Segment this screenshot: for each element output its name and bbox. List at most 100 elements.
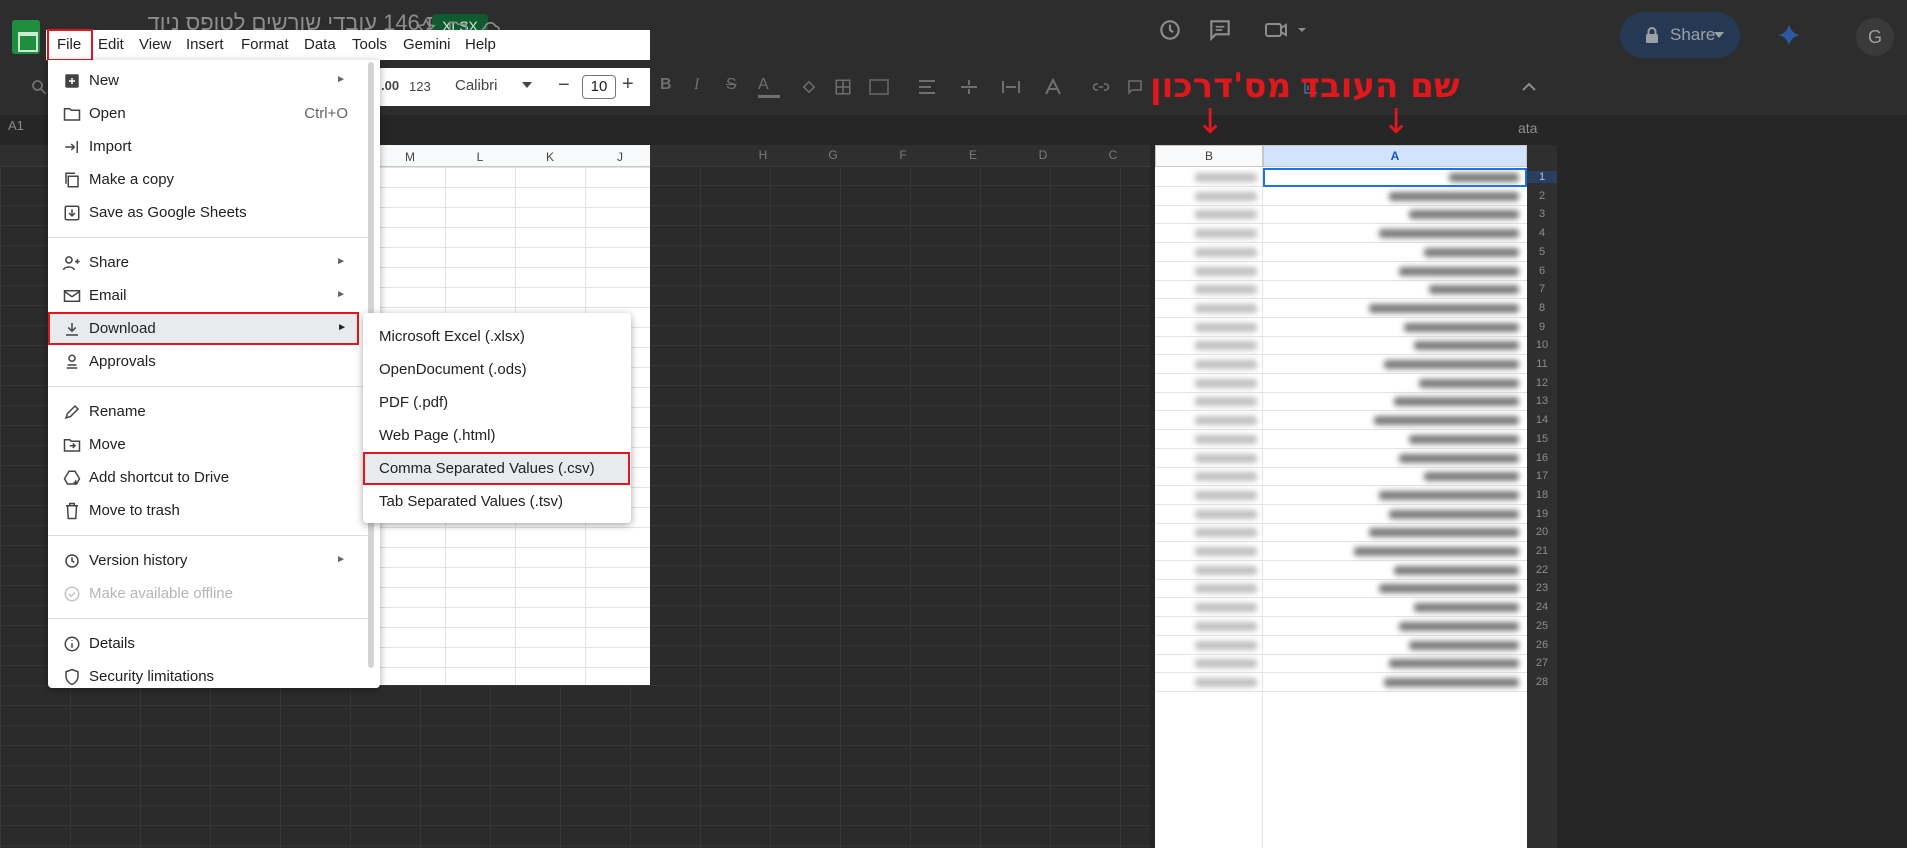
column-header-f[interactable]: F bbox=[868, 148, 938, 162]
increase-font-size-button[interactable]: + bbox=[622, 73, 634, 96]
table-row[interactable] bbox=[1155, 598, 1527, 617]
decrease-font-size-button[interactable]: − bbox=[558, 74, 570, 97]
insert-link-icon[interactable] bbox=[1090, 76, 1112, 98]
table-row[interactable] bbox=[1155, 205, 1527, 224]
row-number[interactable]: 18 bbox=[1527, 489, 1557, 501]
share-button[interactable]: Share bbox=[1620, 12, 1740, 58]
menu-item-approvals[interactable]: Approvals bbox=[48, 345, 380, 378]
menu-item-save-as-google-sheets[interactable]: Save as Google Sheets bbox=[48, 196, 380, 229]
menu-item-share[interactable]: Share ► bbox=[48, 246, 380, 279]
meet-icon[interactable] bbox=[1262, 16, 1312, 44]
menu-view[interactable]: View bbox=[135, 30, 175, 60]
column-header-h[interactable]: H bbox=[728, 148, 798, 162]
row-number[interactable]: 15 bbox=[1527, 433, 1557, 445]
table-row[interactable] bbox=[1155, 579, 1527, 598]
chevron-down-icon[interactable] bbox=[1714, 32, 1724, 38]
table-row[interactable] bbox=[1155, 523, 1527, 542]
table-row[interactable] bbox=[1155, 262, 1527, 281]
table-row[interactable] bbox=[1155, 486, 1527, 505]
chevron-down-icon[interactable] bbox=[522, 82, 532, 88]
merge-cells-icon[interactable] bbox=[866, 76, 900, 98]
table-row[interactable] bbox=[1155, 280, 1527, 299]
row-number[interactable]: 11 bbox=[1527, 358, 1557, 370]
text-color-icon[interactable]: A bbox=[758, 76, 780, 98]
table-row[interactable] bbox=[1155, 224, 1527, 243]
column-header-e[interactable]: E bbox=[938, 148, 1008, 162]
table-row[interactable] bbox=[1155, 505, 1527, 524]
download-pdf[interactable]: PDF (.pdf) bbox=[363, 386, 631, 419]
column-header-l[interactable]: L bbox=[445, 150, 515, 164]
font-family-select[interactable]: Calibri bbox=[455, 77, 498, 94]
column-header-k[interactable]: K bbox=[515, 150, 585, 164]
search-menus-icon[interactable] bbox=[28, 76, 50, 98]
menu-tools[interactable]: Tools bbox=[348, 30, 391, 60]
table-row[interactable] bbox=[1155, 243, 1527, 262]
table-row[interactable] bbox=[1155, 636, 1527, 655]
menu-item-rename[interactable]: Rename bbox=[48, 395, 380, 428]
menu-item-open[interactable]: Open Ctrl+O bbox=[48, 97, 380, 130]
menu-item-import[interactable]: Import bbox=[48, 130, 380, 163]
row-number[interactable]: 16 bbox=[1527, 452, 1557, 464]
number-format-button[interactable]: 123 bbox=[409, 79, 431, 94]
column-header-j[interactable]: J bbox=[585, 150, 655, 164]
menu-help[interactable]: Help bbox=[461, 30, 500, 60]
row-number[interactable]: 28 bbox=[1527, 676, 1557, 688]
row-number[interactable]: 8 bbox=[1527, 302, 1557, 314]
menu-data[interactable]: Data bbox=[300, 30, 340, 60]
row-number[interactable]: 19 bbox=[1527, 508, 1557, 520]
table-row[interactable] bbox=[1155, 318, 1527, 337]
menu-item-new[interactable]: New ► bbox=[48, 64, 380, 97]
column-header-d[interactable]: D bbox=[1008, 148, 1078, 162]
row-number[interactable]: 1 bbox=[1527, 171, 1557, 183]
selected-cell[interactable] bbox=[1263, 168, 1527, 187]
menu-file[interactable]: File bbox=[47, 29, 93, 61]
menu-insert[interactable]: Insert bbox=[182, 30, 228, 60]
row-number[interactable]: 24 bbox=[1527, 601, 1557, 613]
borders-icon[interactable] bbox=[832, 76, 854, 98]
menu-item-make-a-copy[interactable]: Make a copy bbox=[48, 163, 380, 196]
row-number[interactable]: 4 bbox=[1527, 227, 1557, 239]
sheets-logo-icon[interactable] bbox=[12, 20, 40, 54]
table-row[interactable] bbox=[1155, 374, 1527, 393]
row-number[interactable]: 7 bbox=[1527, 283, 1557, 295]
table-row[interactable] bbox=[1155, 617, 1527, 636]
menu-item-version-history[interactable]: Version history ► bbox=[48, 544, 380, 577]
menu-format[interactable]: Format bbox=[237, 30, 293, 60]
table-row[interactable] bbox=[1155, 355, 1527, 374]
text-wrapping-icon[interactable] bbox=[998, 76, 1032, 98]
horizontal-align-icon[interactable] bbox=[914, 76, 948, 98]
decimal-button[interactable]: .00 bbox=[381, 78, 399, 93]
menu-edit[interactable]: Edit bbox=[94, 30, 128, 60]
row-number[interactable]: 23 bbox=[1527, 582, 1557, 594]
avatar[interactable]: G bbox=[1856, 18, 1894, 56]
row-number[interactable]: 6 bbox=[1527, 265, 1557, 277]
row-number[interactable]: 12 bbox=[1527, 377, 1557, 389]
table-row[interactable] bbox=[1155, 392, 1527, 411]
table-row[interactable] bbox=[1155, 430, 1527, 449]
fill-color-icon[interactable] bbox=[798, 76, 820, 98]
row-number[interactable]: 3 bbox=[1527, 208, 1557, 220]
row-number[interactable]: 2 bbox=[1527, 190, 1557, 202]
row-number[interactable]: 13 bbox=[1527, 395, 1557, 407]
column-header-b[interactable]: B bbox=[1155, 145, 1263, 167]
menu-gemini[interactable]: Gemini bbox=[399, 30, 455, 60]
table-row[interactable] bbox=[1155, 542, 1527, 561]
table-row[interactable] bbox=[1155, 673, 1527, 692]
row-number[interactable]: 14 bbox=[1527, 414, 1557, 426]
column-header-a[interactable]: A bbox=[1263, 145, 1527, 167]
collapse-toolbar-icon[interactable] bbox=[1518, 76, 1540, 98]
strikethrough-icon[interactable]: S bbox=[726, 76, 748, 98]
download-xlsx[interactable]: Microsoft Excel (.xlsx) bbox=[363, 320, 631, 353]
row-number[interactable]: 22 bbox=[1527, 564, 1557, 576]
name-box[interactable]: A1 bbox=[8, 118, 24, 133]
row-number[interactable]: 25 bbox=[1527, 620, 1557, 632]
table-row[interactable] bbox=[1155, 467, 1527, 486]
vertical-align-icon[interactable] bbox=[956, 76, 990, 98]
column-header-m[interactable]: M bbox=[375, 150, 445, 164]
row-number[interactable]: 9 bbox=[1527, 321, 1557, 333]
italic-icon[interactable]: I bbox=[694, 76, 716, 98]
table-row[interactable] bbox=[1155, 187, 1527, 206]
download-csv[interactable]: Comma Separated Values (.csv) bbox=[363, 452, 630, 485]
insert-comment-icon[interactable] bbox=[1124, 76, 1146, 98]
gemini-icon[interactable] bbox=[1776, 22, 1802, 48]
